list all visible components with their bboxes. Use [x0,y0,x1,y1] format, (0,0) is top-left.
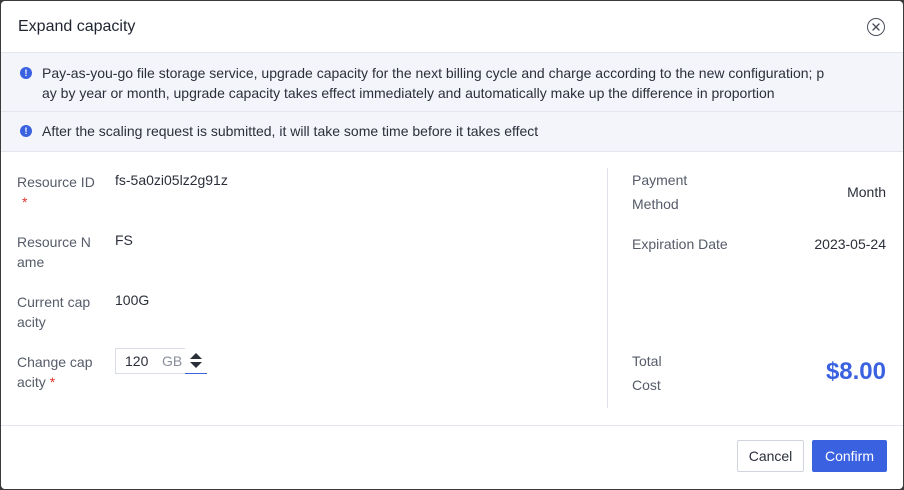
dialog-title: Expand capacity [18,17,136,35]
vertical-divider [607,168,608,408]
total-cost-label: Total Cost [632,349,662,397]
dialog-body: Resource ID * fs-5a0zi05lz2g91z Resource… [1,152,903,426]
cancel-button[interactable]: Cancel [737,440,804,472]
resource-name-value: FS [115,232,133,248]
payment-method-row: Payment Method Month [632,168,886,216]
notice-scaling-text: After the scaling request is submitted, … [42,123,539,139]
notice-billing: ! Pay-as-you-go file storage service, up… [1,53,903,112]
current-capacity-label: Current cap acity [17,292,115,332]
resource-name-label-line-2: ame [17,254,45,270]
payment-method-label-line-2: Method [632,196,679,212]
resource-id-value: fs-5a0zi05lz2g91z [115,172,228,188]
required-mark: * [49,374,56,390]
current-capacity-label-line-1: Current cap [17,294,91,310]
change-capacity-label-line-2: acity [17,374,46,390]
current-capacity-row: Current cap acity 100G [17,292,149,332]
total-cost-row: Total Cost $8.00 [632,349,886,397]
change-capacity-label-line-1: Change cap [17,354,93,370]
close-icon[interactable] [867,17,885,36]
payment-method-value: Month [847,184,886,200]
expand-capacity-dialog: Expand capacity ! Pay-as-you-go file sto… [1,1,903,489]
info-icon: ! [20,67,32,79]
change-capacity-row: Change cap acity * 120 GB [17,348,207,392]
notice-billing-line-2: ay by year or month, upgrade capacity ta… [42,85,775,101]
change-capacity-label: Change cap acity * [17,352,115,392]
resource-id-label-text: Resource ID [17,174,95,190]
resource-name-label: Resource N ame [17,232,115,272]
confirm-button[interactable]: Confirm [812,440,887,472]
increment-arrow-icon[interactable] [190,353,202,359]
capacity-unit: GB [162,353,183,369]
capacity-input[interactable]: 120 GB [115,348,185,374]
total-cost-label-line-1: Total [632,353,662,369]
payment-method-label-line-1: Payment [632,172,688,188]
resource-name-label-line-1: Resource N [17,234,91,250]
stepper-controls [185,348,207,374]
resource-id-label: Resource ID * [17,172,115,212]
dialog-footer: Cancel Confirm [1,426,903,489]
resource-name-row: Resource N ame FS [17,232,133,272]
dialog-header: Expand capacity [1,1,903,53]
notice-scaling: ! After the scaling request is submitted… [1,112,903,152]
expiration-date-row: Expiration Date 2023-05-24 [632,232,886,256]
current-capacity-value: 100G [115,292,150,308]
resource-id-row: Resource ID * fs-5a0zi05lz2g91z [17,172,228,212]
expiration-date-label: Expiration Date [632,236,728,252]
capacity-stepper[interactable]: 120 GB [115,348,207,374]
close-x-glyph [872,22,880,31]
total-cost-value: $8.00 [825,358,886,385]
notice-billing-text: Pay-as-you-go file storage service, upgr… [42,63,824,103]
capacity-input-value[interactable]: 120 [125,353,162,369]
expiration-date-value: 2023-05-24 [814,236,886,252]
info-icon: ! [20,125,32,137]
payment-method-label: Payment Method [632,168,687,216]
total-cost-label-line-2: Cost [632,377,661,393]
required-mark: * [22,194,28,210]
decrement-arrow-icon[interactable] [190,362,202,368]
current-capacity-label-line-2: acity [17,314,46,330]
notice-billing-line-1: Pay-as-you-go file storage service, upgr… [42,65,825,81]
